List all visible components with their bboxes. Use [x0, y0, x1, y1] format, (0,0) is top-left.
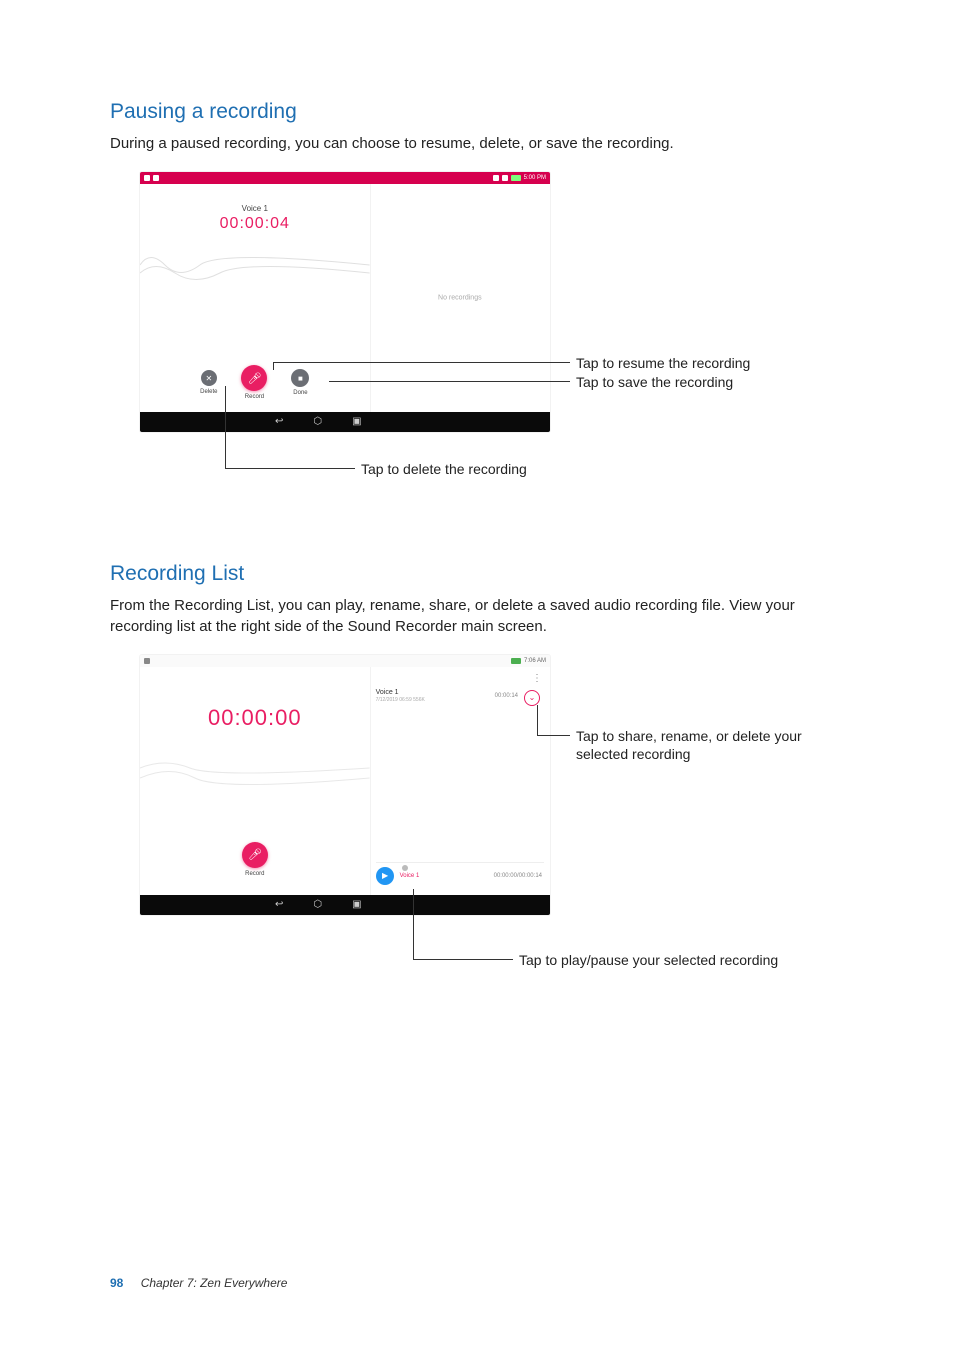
done-control[interactable]: ■ Done: [291, 369, 309, 396]
player-bar: ▶ Voice 1 00:00:00/00:00:14: [376, 862, 544, 889]
android-navbar: ↩ ⬡ ▣: [140, 412, 550, 432]
recents-icon[interactable]: ▣: [352, 900, 361, 910]
recents-icon[interactable]: ▣: [352, 417, 361, 427]
callout-line: [537, 705, 538, 735]
status-bar: 7:06 AM: [140, 655, 550, 667]
expand-button[interactable]: ⌄: [524, 690, 540, 706]
callout-line: [329, 381, 570, 382]
section-heading-pausing: Pausing a recording: [110, 100, 844, 124]
screenshot-recording-list: 7:06 AM 00:00:00 🎤︎ Record: [140, 655, 844, 985]
delete-control[interactable]: ✕ Delete: [200, 370, 217, 395]
delete-label: Delete: [200, 389, 217, 395]
recording-item-duration: 00:00:14: [495, 693, 518, 699]
chapter-title: Chapter 7: Zen Everywhere: [141, 1276, 288, 1290]
screenshot-paused-recording: 5:00 PM Voice 1 00:00:04 ✕ Delete: [140, 172, 844, 472]
mic-icon: 🎤︎: [248, 848, 262, 861]
tablet-frame: 7:06 AM 00:00:00 🎤︎ Record: [140, 655, 550, 915]
mic-icon: 🎤︎: [247, 372, 261, 385]
record-control[interactable]: 🎤︎ Record: [242, 842, 268, 877]
record-label: Record: [245, 394, 264, 400]
bluetooth-icon: [493, 175, 499, 181]
callout-line: [413, 959, 513, 960]
chevron-down-icon: ⌄: [529, 693, 536, 702]
battery-icon: [511, 658, 521, 664]
recorder-controls: 🎤︎ Record: [140, 842, 370, 877]
record-button[interactable]: 🎤︎: [241, 365, 267, 391]
recording-timer: 00:00:04: [140, 215, 370, 233]
recording-item-name: Voice 1: [376, 689, 544, 696]
player-track-name: Voice 1: [400, 873, 488, 879]
tablet-frame: 5:00 PM Voice 1 00:00:04 ✕ Delete: [140, 172, 550, 432]
callout-save: Tap to save the recording: [576, 373, 733, 391]
callout-line: [537, 735, 570, 736]
waveform: [140, 245, 370, 285]
record-button[interactable]: 🎤︎: [242, 842, 268, 868]
section-body-pausing: During a paused recording, you can choos…: [110, 134, 844, 154]
recorder-controls: ✕ Delete 🎤︎ Record ■ Done: [140, 365, 370, 400]
record-control[interactable]: 🎤︎ Record: [241, 365, 267, 400]
waveform: [140, 753, 370, 793]
page-footer: 98 Chapter 7: Zen Everywhere: [110, 1276, 287, 1290]
list-pane: No recordings: [370, 184, 550, 412]
battery-icon: [511, 175, 521, 181]
callout-resume: Tap to resume the recording: [576, 354, 750, 372]
section-body-list: From the Recording List, you can play, r…: [110, 596, 844, 637]
status-time: 7:06 AM: [524, 658, 546, 664]
recorder-pane: Voice 1 00:00:04 ✕ Delete 🎤︎ Record: [140, 184, 370, 412]
list-pane: ⋮ Voice 1 7/12/2019 06:59 556K 00:00:14 …: [370, 667, 550, 895]
home-icon[interactable]: ⬡: [313, 417, 322, 427]
close-icon: ✕: [205, 374, 212, 383]
delete-button[interactable]: ✕: [201, 370, 217, 386]
back-icon[interactable]: ↩: [275, 900, 283, 910]
settings-status-icon: [144, 658, 150, 664]
done-button[interactable]: ■: [291, 369, 309, 387]
callout-line: [273, 362, 570, 363]
player-track[interactable]: Voice 1: [400, 873, 488, 879]
recorder-pane: 00:00:00 🎤︎ Record: [140, 667, 370, 895]
callout-line: [413, 889, 414, 959]
recording-timer: 00:00:00: [140, 705, 370, 731]
status-bar: 5:00 PM: [140, 172, 550, 184]
play-icon: ▶: [382, 871, 388, 880]
stop-icon: ■: [298, 374, 303, 383]
more-icon[interactable]: ⋮: [532, 673, 542, 684]
player-time: 00:00:00/00:00:14: [494, 873, 542, 879]
callout-line: [225, 386, 226, 468]
callout-share: Tap to share, rename, or delete your sel…: [576, 727, 816, 763]
callout-play: Tap to play/pause your selected recordin…: [519, 951, 778, 969]
play-button[interactable]: ▶: [376, 867, 394, 885]
page-number: 98: [110, 1276, 123, 1290]
settings-status-icon: [153, 175, 159, 181]
home-icon[interactable]: ⬡: [313, 900, 322, 910]
section-heading-list: Recording List: [110, 562, 844, 586]
signal-icon: [502, 175, 508, 181]
status-time: 5:00 PM: [524, 175, 546, 181]
mic-status-icon: [144, 175, 150, 181]
callout-delete: Tap to delete the recording: [361, 460, 527, 478]
callout-line: [273, 362, 274, 370]
done-label: Done: [293, 390, 307, 396]
scrubber-dot[interactable]: [402, 865, 408, 871]
recording-title: Voice 1: [140, 204, 370, 213]
android-navbar: ↩ ⬡ ▣: [140, 895, 550, 915]
recording-item[interactable]: Voice 1 7/12/2019 06:59 556K 00:00:14 ⌄: [376, 689, 544, 719]
back-icon[interactable]: ↩: [275, 417, 283, 427]
record-label: Record: [245, 871, 264, 877]
recording-item-meta: 7/12/2019 06:59 556K: [376, 697, 544, 703]
empty-list-text: No recordings: [438, 295, 482, 302]
callout-line: [225, 468, 355, 469]
